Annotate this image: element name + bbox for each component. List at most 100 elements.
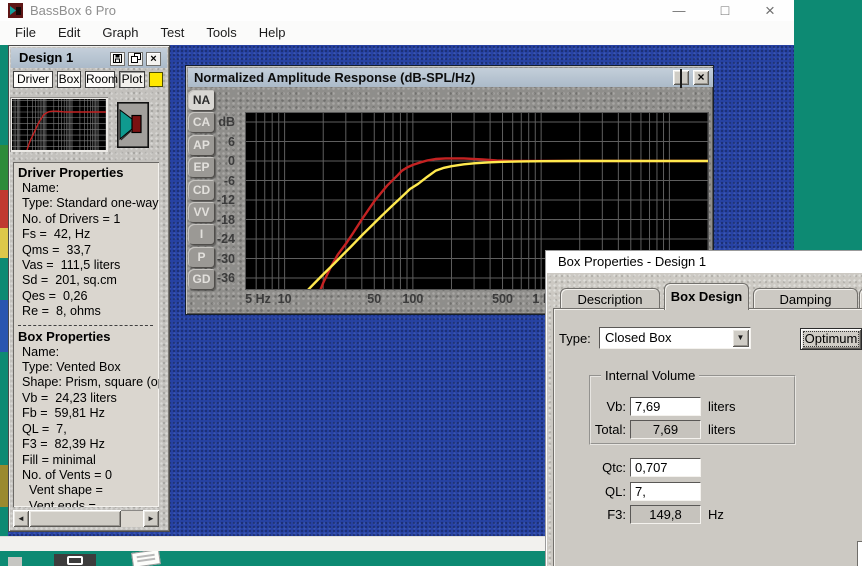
graph-mode-button-ep[interactable]: EP [188, 157, 215, 179]
desktop: { "colors": { "desktop_teal": "#0d8a73",… [0, 0, 862, 566]
x-tick-100: 100 [402, 292, 424, 306]
driver-property-line: Sd = 201, sq.cm [22, 273, 117, 288]
field-total: 7,69 [630, 420, 701, 439]
box-property-line: Vb = 24,23 liters [22, 390, 117, 405]
box-property-line: Fill = minimal [22, 452, 96, 467]
desktop-icon-partial-document[interactable] [131, 549, 161, 566]
driver-property-line: Qes = 0,26 [22, 288, 88, 303]
save-design-button[interactable] [110, 52, 125, 66]
field-label-vb: Vb: [606, 399, 626, 414]
menu-item-file[interactable]: File [4, 21, 47, 45]
design-tab-room[interactable]: Room [85, 71, 118, 88]
menu-item-edit[interactable]: Edit [47, 21, 91, 45]
graph-mode-button-i[interactable]: I [188, 224, 215, 246]
box-property-line: Shape: Prism, square (optimu [22, 375, 159, 390]
thumbnail-chart [12, 99, 107, 159]
dialog-title: Box Properties - Design 1 [558, 254, 707, 269]
graph-mode-button-cd[interactable]: CD [188, 179, 215, 201]
graph-title-bar[interactable]: Normalized Amplitude Response (dB-SPL/Hz… [188, 68, 713, 88]
menu-item-test[interactable]: Test [150, 21, 196, 45]
desktop-icon-sliver-olive [0, 465, 8, 507]
menu-bar: File Edit Graph Test Tools Help [0, 21, 794, 45]
field-label-qtc: Qtc: [602, 460, 626, 475]
dropdown-arrow-icon[interactable]: ▼ [732, 329, 749, 347]
field-vb[interactable] [630, 397, 701, 416]
box-property-line: Vent ends = [22, 498, 96, 507]
graph-mode-button-vv[interactable]: VV [188, 202, 215, 223]
minimize-button[interactable]: — [664, 1, 694, 20]
dialog-tab-damping[interactable]: Damping [753, 288, 858, 310]
field-f3: 149,8 [630, 505, 701, 524]
graph-window-title: Normalized Amplitude Response (dB-SPL/Hz… [194, 70, 476, 85]
speaker-box-icon[interactable] [117, 102, 149, 153]
close-graph-button[interactable]: × [693, 70, 709, 85]
app-glyph-icon [67, 556, 83, 565]
x-tick-50: 50 [367, 292, 382, 306]
restore-icon [680, 69, 682, 88]
driver-property-line: Qms = 33,7 [22, 242, 91, 257]
box-properties-heading: Box Properties [18, 328, 111, 344]
x-tick-500: 500 [492, 292, 513, 306]
scroll-left-arrow-icon[interactable]: ◄ [13, 510, 29, 527]
field-qtc[interactable] [630, 458, 701, 477]
desktop-icon-partial-1[interactable] [8, 557, 22, 566]
menu-item-help[interactable]: Help [248, 21, 297, 45]
duplicate-design-button[interactable] [128, 52, 143, 66]
properties-separator [18, 324, 153, 326]
field-label-ql: QL: [605, 484, 626, 499]
menu-item-graph[interactable]: Graph [91, 21, 149, 45]
scroll-right-arrow-icon[interactable]: ► [143, 510, 159, 527]
box-property-line: Vent shape = [22, 483, 103, 498]
driver-property-line: Fs = 42, Hz [22, 227, 91, 242]
horizontal-scrollbar[interactable]: ◄ ► [13, 510, 159, 527]
app-icon [8, 3, 23, 23]
desktop-icon-sliver-yellow [0, 228, 8, 258]
dialog-tab-description[interactable]: Description [560, 288, 660, 310]
document-line [137, 557, 156, 563]
box-property-line: Fb = 59,81 Hz [22, 406, 105, 421]
graph-mode-button-ca[interactable]: CA [188, 112, 215, 134]
driver-property-line: Vas = 111,5 liters [22, 258, 121, 273]
field-label-f3: F3: [607, 507, 626, 522]
field-ql[interactable] [630, 482, 701, 501]
desktop-icon-sliver-blue [0, 300, 8, 352]
design-panel-title-bar[interactable]: Design 1 × [11, 48, 167, 68]
close-design-button[interactable]: × [146, 52, 161, 66]
properties-list[interactable]: Driver Properties Name: Type: Standard one… [13, 162, 159, 507]
restore-window-button[interactable] [673, 69, 689, 88]
field-unit-vb: liters [708, 399, 736, 414]
desktop-sliver [0, 45, 8, 536]
graph-mode-button-ap[interactable]: AP [188, 134, 215, 156]
scrollbar-thumb[interactable] [29, 510, 121, 527]
window-title: BassBox 6 Pro [30, 3, 116, 18]
desktop-icon-sliver-green [0, 145, 8, 190]
graph-mode-button-gd[interactable]: GD [188, 269, 215, 291]
box-type-dropdown[interactable]: Closed Box ▼ [599, 327, 751, 349]
type-label: Type: [559, 331, 591, 346]
driver-property-line: Type: Standard one-way driv [22, 196, 159, 211]
optimum-button[interactable]: Optimum [800, 328, 862, 350]
design-panel: Design 1 × Driver Box Room Plot Driver Prop… [8, 45, 170, 532]
box-property-line: No. of Vents = 0 [22, 467, 112, 482]
maximize-button[interactable]: □ [710, 1, 740, 20]
desktop-icon-sliver-red [0, 190, 8, 228]
response-thumbnail[interactable] [10, 97, 108, 159]
close-button[interactable]: × [755, 1, 785, 20]
field-label-total: Total: [594, 422, 626, 437]
design-tab-box[interactable]: Box [57, 71, 81, 88]
box-property-line: Name: [22, 344, 60, 359]
menu-item-tools[interactable]: Tools [195, 21, 247, 45]
graph-mode-button-na[interactable]: NA [188, 90, 215, 111]
box-properties-dialog: Box Properties - Design 1 Type: Closed B… [545, 250, 862, 566]
design-tab-plot[interactable]: Plot [119, 71, 145, 88]
box-property-line: F3 = 82,39 Hz [22, 437, 105, 452]
driver-properties-heading: Driver Properties [18, 165, 124, 180]
desktop-icon-partial-2[interactable] [54, 554, 96, 566]
graph-mode-button-p[interactable]: P [188, 246, 215, 268]
dialog-tab-box-design[interactable]: Box Design [664, 283, 749, 310]
x-tick-10: 10 [277, 292, 292, 306]
driver-property-line: Name: [22, 181, 60, 195]
plot-color-swatch[interactable] [149, 72, 163, 87]
title-bar[interactable]: BassBox 6 Pro — □ × [0, 0, 794, 21]
design-tab-driver[interactable]: Driver [13, 71, 53, 88]
